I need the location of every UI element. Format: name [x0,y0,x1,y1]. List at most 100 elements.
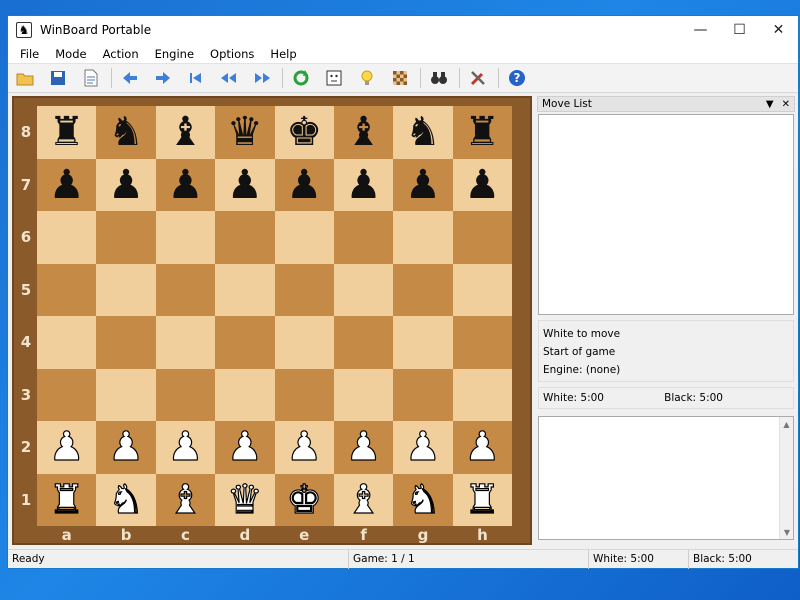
square-h3[interactable] [452,368,512,421]
square-g5[interactable] [393,263,453,316]
square-e2[interactable]: ♟ [274,421,334,474]
square-g2[interactable]: ♟ [393,421,453,474]
move-list[interactable] [538,114,794,315]
save-icon[interactable] [45,66,71,90]
square-e7[interactable]: ♟ [274,158,334,211]
refresh-icon[interactable] [288,66,314,90]
black-pawn-piece[interactable]: ♟ [49,165,85,205]
black-pawn-piece[interactable]: ♟ [108,165,144,205]
scrollbar[interactable]: ▲ ▼ [779,417,793,539]
square-b4[interactable] [96,316,156,369]
black-pawn-piece[interactable]: ♟ [286,165,322,205]
square-d8[interactable]: ♛ [215,106,275,159]
black-pawn-piece[interactable]: ♟ [346,165,382,205]
minimize-button[interactable]: — [681,16,720,44]
square-d7[interactable]: ♟ [215,158,275,211]
open-icon[interactable] [12,66,38,90]
black-pawn-piece[interactable]: ♟ [168,165,204,205]
close-icon[interactable]: ✕ [782,99,790,110]
white-rook-piece[interactable]: ♜ [464,479,501,520]
square-e4[interactable] [274,316,334,369]
scroll-down-icon[interactable]: ▼ [780,525,794,539]
square-h8[interactable]: ♜ [452,106,512,159]
black-king-piece[interactable]: ♚ [286,112,322,152]
square-h5[interactable] [452,263,512,316]
square-e8[interactable]: ♚ [274,106,334,159]
white-pawn-piece[interactable]: ♟ [48,427,85,468]
arrow-left-icon[interactable] [117,66,143,90]
square-g6[interactable] [393,211,453,264]
black-pawn-piece[interactable]: ♟ [464,165,500,205]
square-b1[interactable]: ♞ [96,473,156,526]
black-knight-piece[interactable]: ♞ [108,112,144,152]
white-pawn-piece[interactable]: ♟ [464,427,501,468]
square-e1[interactable]: ♚ [274,473,334,526]
square-e5[interactable] [274,263,334,316]
lightbulb-icon[interactable] [354,66,380,90]
black-bishop-piece[interactable]: ♝ [168,112,204,152]
black-bishop-piece[interactable]: ♝ [346,112,382,152]
square-a5[interactable] [37,263,97,316]
square-c7[interactable]: ♟ [155,158,216,211]
help-icon[interactable]: ? [504,66,530,90]
square-f5[interactable] [333,263,394,316]
white-knight-piece[interactable]: ♞ [404,479,441,520]
square-c6[interactable] [155,211,216,264]
square-b8[interactable]: ♞ [96,106,156,159]
black-pawn-piece[interactable]: ♟ [227,165,263,205]
square-d1[interactable]: ♛ [215,473,275,526]
menu-options[interactable]: Options [204,47,260,61]
binoculars-icon[interactable] [426,66,452,90]
square-c5[interactable] [155,263,216,316]
white-pawn-piece[interactable]: ♟ [167,427,204,468]
close-button[interactable]: ✕ [759,16,798,44]
menu-mode[interactable]: Mode [49,47,92,61]
board-icon[interactable] [387,66,413,90]
square-a6[interactable] [37,211,97,264]
square-h2[interactable]: ♟ [452,421,512,474]
square-a3[interactable] [37,368,97,421]
square-c4[interactable] [155,316,216,369]
square-f3[interactable] [333,368,394,421]
menu-engine[interactable]: Engine [149,47,200,61]
black-rook-piece[interactable]: ♜ [464,112,500,152]
square-g8[interactable]: ♞ [393,106,453,159]
square-h1[interactable]: ♜ [452,473,512,526]
square-f6[interactable] [333,211,394,264]
square-g4[interactable] [393,316,453,369]
square-d3[interactable] [215,368,275,421]
square-c8[interactable]: ♝ [155,106,216,159]
white-pawn-piece[interactable]: ♟ [404,427,441,468]
square-g1[interactable]: ♞ [393,473,453,526]
square-a2[interactable]: ♟ [37,421,97,474]
black-knight-piece[interactable]: ♞ [405,112,441,152]
white-rook-piece[interactable]: ♜ [48,479,85,520]
square-g7[interactable]: ♟ [393,158,453,211]
rewind-icon[interactable] [216,66,242,90]
square-c2[interactable]: ♟ [155,421,216,474]
document-icon[interactable] [78,66,104,90]
square-d6[interactable] [215,211,275,264]
square-e3[interactable] [274,368,334,421]
square-f8[interactable]: ♝ [333,106,394,159]
square-b6[interactable] [96,211,156,264]
menu-help[interactable]: Help [264,47,302,61]
square-h6[interactable] [452,211,512,264]
square-h7[interactable]: ♟ [452,158,512,211]
white-bishop-piece[interactable]: ♝ [345,479,382,520]
white-king-piece[interactable]: ♚ [286,479,323,520]
dropdown-icon[interactable]: ▼ [766,99,774,110]
fast-forward-icon[interactable] [249,66,275,90]
square-b5[interactable] [96,263,156,316]
chess-board[interactable]: ♜ ♞ ♝ ♛ ♚ ♝ ♞ ♜ ♟ ♟ ♟ ♟ ♟ ♟ ♟ ♟ ♟ ♟ ♟ ♟ ♟ ♟ ♟ ♟ ♜ ♞ ♝ ♛ ♚ ♝ ♞ ♜ [37,106,512,526]
square-d5[interactable] [215,263,275,316]
square-h4[interactable] [452,316,512,369]
white-pawn-piece[interactable]: ♟ [108,427,145,468]
black-queen-piece[interactable]: ♛ [227,112,263,152]
square-c3[interactable] [155,368,216,421]
to-start-icon[interactable] [183,66,209,90]
square-f1[interactable]: ♝ [333,473,394,526]
square-c1[interactable]: ♝ [155,473,216,526]
engine-output[interactable]: ▲ ▼ [538,416,794,540]
square-a4[interactable] [37,316,97,369]
